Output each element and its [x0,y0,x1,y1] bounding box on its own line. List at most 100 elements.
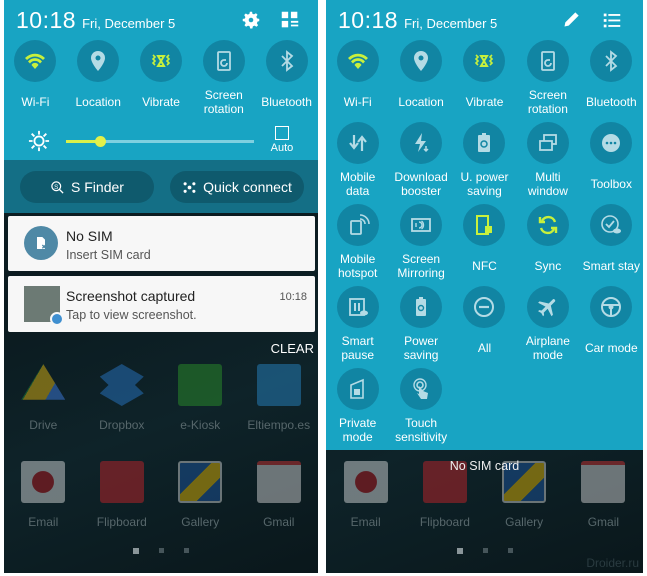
mobile-data-icon [336,122,379,164]
screen-mirroring-icon [400,204,443,246]
toggle-download-booster[interactable]: Download booster [389,122,452,198]
toggle-private-mode[interactable]: Private mode [326,368,389,444]
private-mode-icon [336,368,379,410]
app-label: e-Kiosk [180,418,221,432]
toggle-all[interactable]: All [453,286,516,362]
toggle-car-mode[interactable]: Car mode [580,286,643,362]
date: Fri, December 5 [404,16,498,31]
app-flipboard[interactable]: Flipboard [83,461,162,529]
toggle-bluetooth[interactable]: Bluetooth [255,40,318,116]
edit-pencil-icon[interactable] [562,9,584,31]
settings-icon[interactable] [240,9,262,31]
gallery-badge-icon [50,312,64,326]
quick-connect-icon [183,181,196,193]
wi-fi-icon [336,40,379,82]
quick-toggles: Wi-Fi Location Vibrate Screen rotation Bluet… [4,40,318,116]
brightness-knob[interactable] [94,136,106,147]
toggle-mobile-data[interactable]: Mobile data [326,122,389,198]
notification-screenshot[interactable]: Screenshot captured Tap to view screensh… [8,276,315,332]
checkbox-box [275,126,289,140]
vibrate-icon [463,40,506,82]
toggle-vibrate[interactable]: Vibrate [453,40,516,116]
toggle-label: Bluetooth [585,95,637,109]
ekiosk-icon [178,364,223,406]
flipboard-icon [99,461,144,503]
app-label: Eltiempo.es [247,418,311,432]
all-icon [463,286,506,328]
app-grid-row-2: Email Flipboard Gallery Gmail [4,461,318,529]
download-booster-icon [400,122,443,164]
email-icon [21,461,66,503]
toggle-label: Vibrate [465,95,504,109]
app-ekiosk[interactable]: e-Kiosk [161,364,240,432]
page-dot-active [133,548,139,554]
mobile-hotspot-icon [336,204,379,246]
bluetooth-icon [265,40,308,82]
multi-window-icon [526,122,569,164]
s-finder-button[interactable]: S S Finder [20,171,154,203]
quick-connect-label: Quick connect [203,179,292,195]
toggle-u-power-saving[interactable]: U. power saving [453,122,516,198]
toggle-vibrate[interactable]: Vibrate [130,40,193,116]
watermark: Droider.ru [586,556,639,570]
clear-button[interactable]: CLEAR [271,341,314,356]
page-indicator [4,548,318,554]
list-view-icon[interactable] [601,9,623,31]
brightness-slider[interactable] [66,136,254,147]
app-label: Dropbox [99,418,145,432]
toggle-airplane-mode[interactable]: Airplane mode [516,286,579,362]
dropbox-icon [99,364,144,406]
touch-sensitivity-icon [400,368,443,410]
clock: 10:18 [16,7,77,33]
toggle-screen-mirroring[interactable]: Screen Mirroring [389,204,452,280]
toggle-label: Mobile hotspot [338,252,378,280]
quick-connect-button[interactable]: Quick connect [170,171,304,203]
auto-brightness-checkbox[interactable]: Auto [268,126,296,154]
eltiempo-icon [256,364,301,406]
app-drive[interactable]: Drive [4,364,83,432]
toggle-location[interactable]: Location [389,40,452,116]
u-power-saving-icon [463,122,506,164]
toggle-smart-pause[interactable]: Smart pause [326,286,389,362]
toggle-label: Mobile data [340,170,376,198]
notification-title: Screenshot captured [66,288,196,304]
toggle-toolbox[interactable]: Toolbox [580,122,643,198]
toggle-label: Smart stay [582,259,640,273]
toggle-mobile-hotspot[interactable]: Mobile hotspot [326,204,389,280]
app-eltiempo[interactable]: Eltiempo.es [240,364,319,432]
app-gmail[interactable]: Gmail [240,461,319,529]
app-grid-row-1: Drive Dropbox e-Kiosk Eltiempo.es [4,364,318,432]
app-email[interactable]: Email [4,461,83,529]
drive-icon [21,364,66,400]
toggle-wi-fi[interactable]: Wi-Fi [326,40,389,116]
toggle-power-saving[interactable]: Power saving [389,286,452,362]
date: Fri, December 5 [82,16,176,31]
toggle-label: Wi-Fi [21,95,50,109]
app-label: Gallery [505,515,544,529]
notification-no-sim[interactable]: No SIM Insert SIM card [8,216,315,271]
notification-panel: 10:18 Fri, December 5 Wi-Fi Location Vibra… [4,0,318,213]
toggle-nfc[interactable]: NFC [453,204,516,280]
page-dot [159,548,164,553]
notification-time: 10:18 [279,291,307,303]
toggle-smart-stay[interactable]: Smart stay [580,204,643,280]
left-phone-screen: Drive Dropbox e-Kiosk Eltiempo.es Email … [4,0,318,573]
toggle-screen-rotation[interactable]: Screen rotation [192,40,255,116]
toggle-wi-fi[interactable]: Wi-Fi [4,40,67,116]
app-dropbox[interactable]: Dropbox [83,364,162,432]
toggle-label: Smart pause [341,334,375,362]
toggle-screen-rotation[interactable]: Screen rotation [516,40,579,116]
toggle-bluetooth[interactable]: Bluetooth [580,40,643,116]
app-gallery[interactable]: Gallery [161,461,240,529]
toggle-sync[interactable]: Sync [516,204,579,280]
screen-rotation-icon [202,40,245,82]
toggle-location[interactable]: Location [67,40,130,116]
toggle-multi-window[interactable]: Multi window [516,122,579,198]
edit-quick-settings-icon[interactable] [279,9,301,31]
toggle-touch-sensitivity[interactable]: Touch sensitivity [389,368,452,444]
page-dot [507,548,513,553]
wi-fi-icon [14,40,57,82]
vibrate-icon [139,40,182,82]
app-label: Email [28,515,59,529]
app-label: Flipboard [419,515,470,529]
